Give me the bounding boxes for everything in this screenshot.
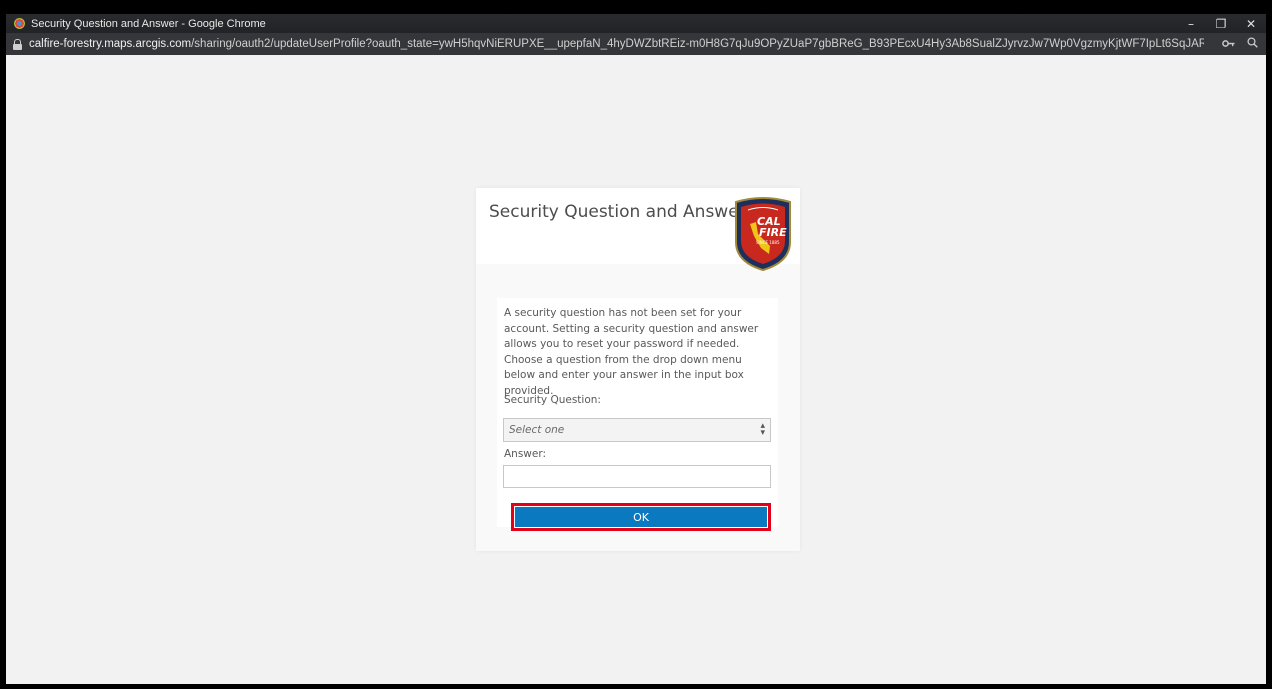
ok-button[interactable]: OK [515, 507, 767, 527]
key-icon[interactable] [1222, 38, 1235, 51]
security-question-label: Security Question: [504, 394, 601, 406]
page-title: Security Question and Answer [489, 202, 746, 222]
security-question-value: Select one [509, 424, 565, 436]
close-button[interactable]: ✕ [1236, 14, 1266, 33]
instructions-text: A security question has not been set for… [504, 307, 759, 397]
address-bar-icons [1222, 33, 1258, 55]
url-host: calfire-forestry.maps.arcgis.com [29, 38, 192, 50]
title-bar: Security Question and Answer - Google Ch… [6, 14, 1266, 33]
minimize-button[interactable]: – [1176, 14, 1206, 33]
url-path: /sharing/oauth2/updateUserProfile?oauth_… [191, 38, 1204, 50]
select-arrows-icon: ▴ ▾ [760, 421, 765, 438]
answer-label: Answer: [504, 448, 547, 460]
logo-text-since: SINCE 1885 [756, 240, 780, 245]
ok-button-highlight: OK [511, 503, 771, 531]
chrome-icon [14, 18, 25, 29]
address-bar[interactable]: calfire-forestry.maps.arcgis.com/sharing… [6, 33, 1266, 55]
lock-icon[interactable] [13, 38, 22, 50]
url-text[interactable]: calfire-forestry.maps.arcgis.com/sharing… [29, 38, 1204, 50]
logo-text-fire: FIRE [759, 226, 787, 239]
window-title: Security Question and Answer - Google Ch… [31, 17, 266, 30]
answer-input[interactable] [503, 465, 771, 488]
security-question-card: Security Question and Answer CAL FIRE SI… [476, 188, 800, 551]
window-controls: – ❐ ✕ [1176, 14, 1266, 33]
card-header: Security Question and Answer CAL FIRE SI… [476, 188, 800, 272]
zoom-icon[interactable] [1247, 37, 1258, 51]
security-question-select[interactable]: Select one ▴ ▾ [503, 418, 771, 442]
card-body: A security question has not been set for… [497, 298, 778, 531]
browser-window: Security Question and Answer - Google Ch… [6, 14, 1266, 684]
calfire-logo: CAL FIRE SINCE 1885 [732, 196, 794, 272]
restore-button[interactable]: ❐ [1206, 14, 1236, 33]
